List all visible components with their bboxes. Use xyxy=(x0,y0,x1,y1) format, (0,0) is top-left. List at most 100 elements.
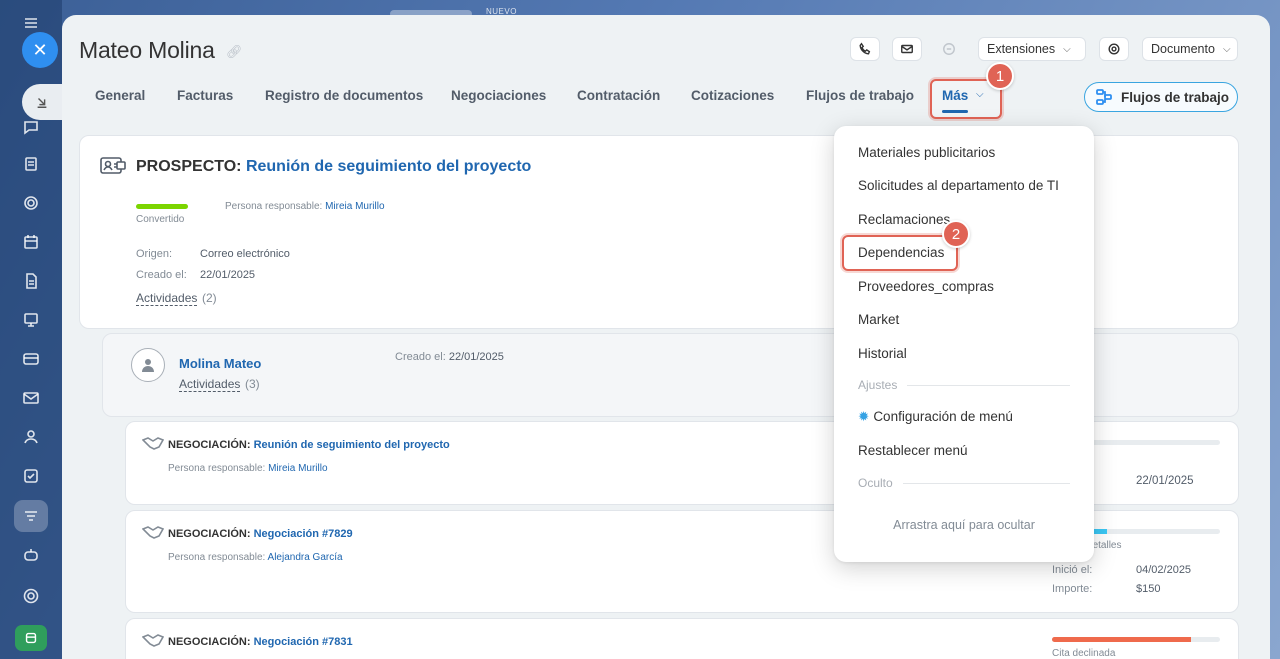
lead-responsible: Persona responsable: Mireia Murillo xyxy=(225,201,385,212)
contact-activities-count: (3) xyxy=(245,377,260,391)
workflow-icon xyxy=(1096,89,1112,105)
copy-link-icon[interactable]: 🔗︎ xyxy=(226,44,243,60)
crm-funnel-icon[interactable] xyxy=(18,503,44,529)
chat-icon xyxy=(943,43,955,55)
deal-amount-value: $150 xyxy=(1136,583,1161,595)
responsible-name-link[interactable]: Mireia Murillo xyxy=(325,201,384,212)
deal-name-link[interactable]: Negociación #7831 xyxy=(254,636,353,648)
lead-created-value: 22/01/2025 xyxy=(200,269,256,281)
deal-responsible: Persona responsable: Alejandra García xyxy=(168,552,343,563)
tab-contratacion[interactable]: Contratación xyxy=(577,88,660,103)
deal-name-link[interactable]: Reunión de seguimiento del proyecto xyxy=(254,439,450,451)
phone-icon xyxy=(859,42,871,55)
close-slider-button[interactable]: ✕ xyxy=(22,32,58,68)
call-button[interactable] xyxy=(850,37,880,61)
lead-status: Convertido xyxy=(136,214,185,225)
tab-flujos-trabajo[interactable]: Flujos de trabajo xyxy=(806,88,914,103)
handshake-icon xyxy=(141,436,165,455)
email-button[interactable] xyxy=(892,37,922,61)
chevron-down-icon: ⌵ xyxy=(1063,43,1071,55)
chat-button[interactable] xyxy=(934,37,964,61)
lead-type-label: PROSPECTO: xyxy=(136,158,242,175)
documents-icon[interactable] xyxy=(18,268,44,294)
deal-title: NEGOCIACIÓN: Negociación #7829 xyxy=(168,528,353,540)
collapse-icon xyxy=(37,98,47,108)
calendar-icon[interactable] xyxy=(18,229,44,255)
document-label: Documento xyxy=(1151,42,1215,56)
deal-name-link[interactable]: Negociación #7829 xyxy=(254,528,353,540)
deal-card: NEGOCIACIÓN: Negociación #7831 Cita decl… xyxy=(125,618,1239,659)
user-icon xyxy=(142,359,154,372)
lead-status-bar xyxy=(136,204,188,209)
crm-card-icon[interactable] xyxy=(18,346,44,372)
contact-created: Creado el: 22/01/2025 xyxy=(395,351,504,363)
lead-activities-count: (2) xyxy=(202,291,217,305)
menu-item-materiales[interactable]: Materiales publicitarios xyxy=(858,145,995,160)
lead-origin-value: Correo electrónico xyxy=(200,248,290,260)
page-title: Mateo Molina xyxy=(79,37,215,63)
contact-activities-link[interactable]: Actividades xyxy=(179,377,241,392)
active-tab-underline xyxy=(942,110,968,113)
tab-general[interactable]: General xyxy=(95,88,145,103)
flows-button[interactable]: Flujos de trabajo xyxy=(1084,82,1238,112)
app-store-icon[interactable] xyxy=(15,625,47,651)
flows-button-label: Flujos de trabajo xyxy=(1121,89,1230,105)
step-badge-2: 2 xyxy=(942,220,970,248)
lead-card-icon xyxy=(99,156,127,183)
avatar xyxy=(131,348,165,382)
tab-registro-documentos[interactable]: Registro de documentos xyxy=(265,88,423,103)
responsible-label: Persona responsable: xyxy=(225,201,323,212)
extensions-dropdown[interactable]: Extensiones ⌵ xyxy=(978,37,1086,61)
menu-item-restablecer[interactable]: Restablecer menú xyxy=(858,443,968,458)
deal-started-value: 04/02/2025 xyxy=(1136,564,1192,576)
mail-icon xyxy=(901,44,913,54)
menu-item-proveedores[interactable]: Proveedores_compras xyxy=(858,279,994,294)
tab-cotizaciones[interactable]: Cotizaciones xyxy=(691,88,774,103)
extensions-label: Extensiones xyxy=(987,42,1056,56)
lead-activities-link[interactable]: Actividades xyxy=(136,291,198,306)
deal-stage: Cita declinada xyxy=(1052,648,1116,659)
mail-icon[interactable] xyxy=(18,385,44,411)
settings-button[interactable] xyxy=(1099,37,1129,61)
chevron-down-icon: ⌵ xyxy=(1222,43,1231,55)
lead-title: PROSPECTO: Reunión de seguimiento del pr… xyxy=(136,158,531,176)
lead-created-label: Creado el: xyxy=(136,269,187,281)
gear-icon: ✹ xyxy=(858,409,870,424)
feed-icon[interactable] xyxy=(18,151,44,177)
menu-item-dependencias[interactable]: Dependencias xyxy=(858,245,944,260)
deal-amount-label: Importe: xyxy=(1052,583,1093,595)
chevron-down-icon: ⌵ xyxy=(976,89,984,100)
tab-mas[interactable]: Más xyxy=(942,88,968,103)
menu-item-solicitudes-ti[interactable]: Solicitudes al departamento de TI xyxy=(858,178,1059,193)
tasks-icon[interactable] xyxy=(18,463,44,489)
lead-origin-label: Origen: xyxy=(136,248,173,260)
contact-name-link[interactable]: Molina Mateo xyxy=(179,356,261,371)
menu-item-historial[interactable]: Historial xyxy=(858,346,907,361)
deal-started-label: Inició el: xyxy=(1052,564,1093,576)
deal-responsible: Persona responsable: Mireia Murillo xyxy=(168,463,328,474)
handshake-icon xyxy=(141,525,165,544)
more-tabs-menu: Materiales publicitarios Solicitudes al … xyxy=(834,126,1094,562)
menu-item-market[interactable]: Market xyxy=(858,312,899,327)
responsible-name-link[interactable]: Mireia Murillo xyxy=(268,463,327,474)
robot-icon[interactable] xyxy=(18,542,44,568)
step-badge-1: 1 xyxy=(986,62,1014,90)
deal-title: NEGOCIACIÓN: Negociación #7831 xyxy=(168,636,353,648)
deal-title: NEGOCIACIÓN: Reunión de seguimiento del … xyxy=(168,439,450,451)
document-dropdown[interactable]: Documento ⌵ xyxy=(1142,37,1238,61)
menu-section-ajustes: Ajustes xyxy=(858,378,1070,392)
tab-negociaciones[interactable]: Negociaciones xyxy=(451,88,546,103)
tab-facturas[interactable]: Facturas xyxy=(177,88,233,103)
menu-item-reclamaciones[interactable]: Reclamaciones xyxy=(858,212,950,227)
contacts-icon[interactable] xyxy=(18,424,44,450)
deal-progress-bar xyxy=(1052,637,1220,642)
handshake-icon xyxy=(141,633,165,652)
menu-section-oculto: Oculto xyxy=(858,476,1070,490)
menu-item-configuracion[interactable]: ✹ Configuración de menú xyxy=(858,409,1013,425)
minimize-slider-button[interactable] xyxy=(22,84,62,120)
settings-icon[interactable] xyxy=(18,583,44,609)
sites-icon[interactable] xyxy=(18,307,44,333)
lead-name-link[interactable]: Reunión de seguimiento del proyecto xyxy=(246,158,531,175)
responsible-name-link[interactable]: Alejandra García xyxy=(268,552,343,563)
groups-icon[interactable] xyxy=(18,190,44,216)
